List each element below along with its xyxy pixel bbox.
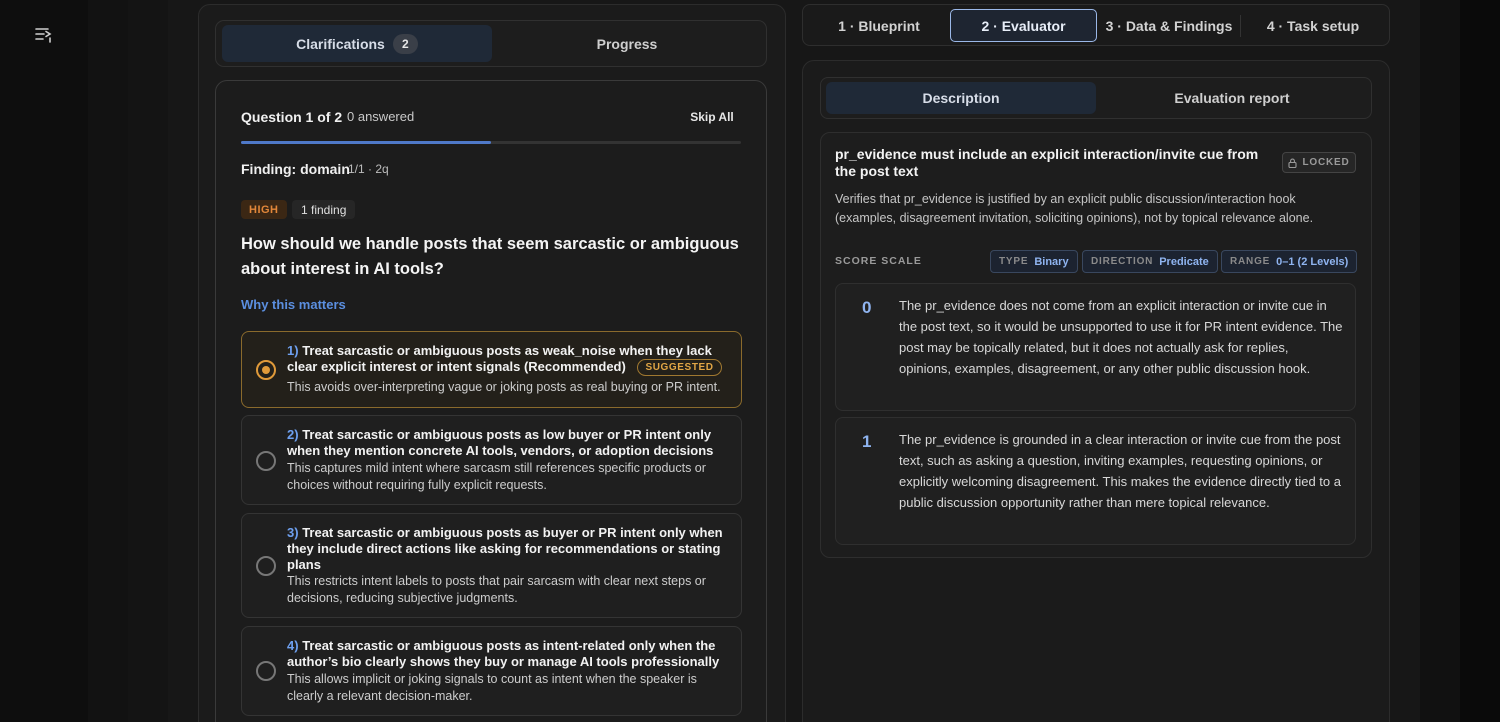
tab-clarifications[interactable]: Clarifications 2 <box>222 25 492 62</box>
option-title-text: Treat sarcastic or ambiguous posts as bu… <box>287 525 723 572</box>
chip-key: TYPE <box>999 256 1029 267</box>
level-score: 1 <box>862 432 872 451</box>
lock-icon <box>1288 158 1298 168</box>
direction-chip: DIRECTION Predicate <box>1082 250 1218 273</box>
option-description: This restricts intent labels to posts th… <box>287 574 706 605</box>
score-level-0: 0 The pr_evidence does not come from an … <box>835 283 1356 411</box>
answer-option-1[interactable]: 1) Treat sarcastic or ambiguous posts as… <box>241 331 742 408</box>
radio[interactable] <box>256 556 276 576</box>
option-description: This avoids over-interpreting vague or j… <box>287 380 721 394</box>
answer-option-2[interactable]: 2) Treat sarcastic or ambiguous posts as… <box>241 415 742 505</box>
type-chip: TYPE Binary <box>990 250 1078 273</box>
finding-count-badge: 1 finding <box>292 200 356 219</box>
option-number: 3) <box>287 525 299 540</box>
finding-label: Finding: domain <box>241 161 350 177</box>
option-title-text: Treat sarcastic or ambiguous posts as lo… <box>287 427 714 458</box>
tab-evaluator[interactable]: 2 · Evaluator <box>950 9 1097 42</box>
severity-badge: HIGH <box>241 200 287 219</box>
tab-progress[interactable]: Progress <box>492 25 762 62</box>
tab-description[interactable]: Description <box>826 82 1096 114</box>
locked-badge: LOCKED <box>1282 152 1356 173</box>
finding-meta: 1/1 · 2q <box>348 162 389 176</box>
evaluator-title: pr_evidence must include an explicit int… <box>835 146 1259 179</box>
option-title: 1) Treat sarcastic or ambiguous posts as… <box>287 343 727 376</box>
question-text: How should we handle posts that seem sar… <box>241 235 739 278</box>
option-title: 4) Treat sarcastic or ambiguous posts as… <box>287 638 727 670</box>
question-counter: Question 1 of 2 <box>241 109 343 125</box>
option-title: 3) Treat sarcastic or ambiguous posts as… <box>287 525 727 573</box>
chip-key: RANGE <box>1230 256 1271 267</box>
level-description: The pr_evidence does not come from an ex… <box>899 298 1343 376</box>
chip-value: Predicate <box>1159 255 1209 268</box>
why-this-matters-link[interactable]: Why this matters <box>241 297 346 312</box>
level-description: The pr_evidence is grounded in a clear i… <box>899 432 1341 510</box>
workflow-tabs: 1 · Blueprint 2 · Evaluator 3 · Data & F… <box>802 4 1390 46</box>
option-number: 1) <box>287 343 299 358</box>
answer-option-4[interactable]: 4) Treat sarcastic or ambiguous posts as… <box>241 626 742 716</box>
backdrop-stripe <box>88 0 128 722</box>
locked-label: LOCKED <box>1302 157 1350 168</box>
level-score: 0 <box>862 298 872 317</box>
clarifications-tabs: Clarifications 2 Progress <box>215 20 767 67</box>
radio-selected[interactable] <box>256 360 276 380</box>
backdrop-stripe <box>1420 0 1460 722</box>
tab-data-findings[interactable]: 3 · Data & Findings <box>1099 9 1239 42</box>
chip-key: DIRECTION <box>1091 256 1154 267</box>
score-level-1: 1 The pr_evidence is grounded in a clear… <box>835 417 1356 545</box>
score-scale-label: SCORE SCALE <box>835 255 922 267</box>
chip-value: 0–1 (2 Levels) <box>1276 255 1349 268</box>
tab-evaluation-report[interactable]: Evaluation report <box>1097 82 1367 114</box>
option-number: 4) <box>287 638 299 653</box>
option-title: 2) Treat sarcastic or ambiguous posts as… <box>287 427 727 459</box>
backdrop-stripe <box>1460 0 1500 722</box>
question-progress-fill <box>241 141 491 144</box>
backdrop-stripe <box>128 0 168 722</box>
clarifications-count-badge: 2 <box>392 33 418 54</box>
sidebar-list-icon[interactable] <box>34 26 54 44</box>
evaluator-description: Verifies that pr_evidence is justified b… <box>835 192 1314 225</box>
evaluator-subtabs: Description Evaluation report <box>820 77 1372 119</box>
app-rail <box>0 0 88 722</box>
option-number: 2) <box>287 427 299 442</box>
option-description: This captures mild intent where sarcasm … <box>287 461 706 492</box>
suggested-badge: SUGGESTED <box>637 359 722 376</box>
option-title-text: Treat sarcastic or ambiguous posts as in… <box>287 638 720 669</box>
radio[interactable] <box>256 451 276 471</box>
tab-clarifications-label: Clarifications <box>296 35 385 52</box>
skip-all-button[interactable]: Skip All <box>680 104 744 130</box>
option-description: This allows implicit or joking signals t… <box>287 672 697 703</box>
answer-option-3[interactable]: 3) Treat sarcastic or ambiguous posts as… <box>241 513 742 618</box>
radio[interactable] <box>256 661 276 681</box>
range-chip: RANGE 0–1 (2 Levels) <box>1221 250 1358 273</box>
chip-value: Binary <box>1034 255 1069 268</box>
tab-blueprint[interactable]: 1 · Blueprint <box>809 9 949 42</box>
answered-count: 0 answered <box>347 109 415 124</box>
question-progress-bar <box>241 141 741 144</box>
tab-task-setup[interactable]: 4 · Task setup <box>1241 9 1385 42</box>
